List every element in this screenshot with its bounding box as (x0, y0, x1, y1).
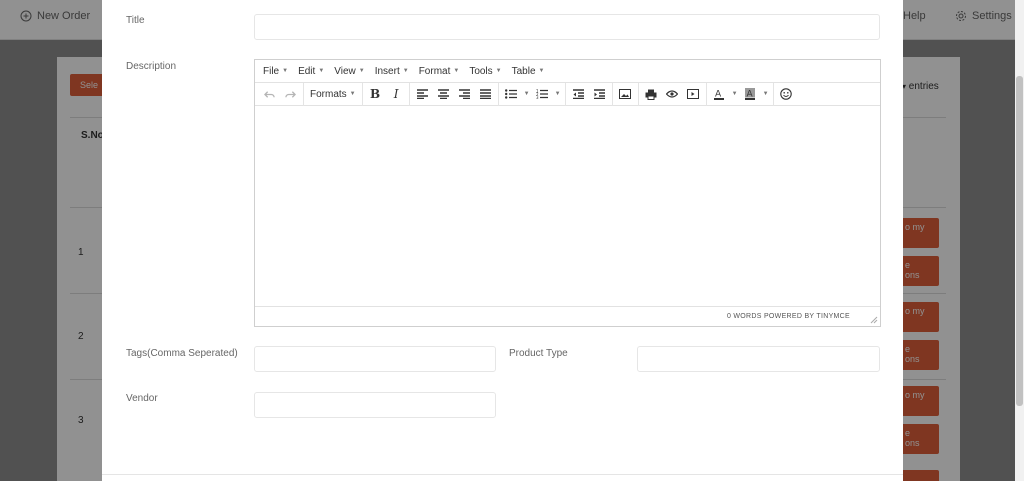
product-type-label: Product Type (509, 348, 568, 359)
menu-format[interactable]: Format ▼ (414, 66, 465, 77)
numbered-list-icon[interactable]: 123 (532, 84, 553, 104)
outdent-icon[interactable] (568, 84, 589, 104)
image-icon[interactable] (615, 84, 636, 104)
output-group (639, 82, 707, 106)
description-label: Description (126, 61, 177, 72)
chevron-down-icon: ▼ (453, 68, 460, 74)
menu-insert[interactable]: Insert ▼ (370, 66, 414, 77)
title-input[interactable] (254, 14, 880, 40)
chevron-down-icon: ▼ (358, 68, 365, 74)
menu-table[interactable]: Table ▼ (507, 66, 550, 77)
editor-statusbar: 0 WORDS POWERED BY TINYMCE (255, 306, 880, 326)
preview-icon[interactable] (662, 84, 683, 104)
editor-content-area[interactable] (255, 106, 880, 306)
chevron-down-icon[interactable]: ▼ (730, 84, 740, 104)
page-scrollbar[interactable] (1015, 0, 1024, 481)
chevron-down-icon: ▼ (495, 68, 502, 74)
indent-icon[interactable] (589, 84, 610, 104)
indent-group (566, 82, 613, 106)
align-left-icon[interactable] (412, 84, 433, 104)
menu-view[interactable]: View ▼ (329, 66, 369, 77)
menu-tools-label: Tools (469, 65, 493, 77)
menu-tools[interactable]: Tools ▼ (464, 66, 506, 77)
alignment-group (410, 82, 499, 106)
menu-file-label: File (263, 65, 280, 77)
menu-format-label: Format (418, 65, 451, 77)
image-group (613, 82, 639, 106)
menu-file[interactable]: File ▼ (258, 66, 293, 77)
align-center-icon[interactable] (433, 84, 454, 104)
text-color-icon[interactable]: A (709, 84, 730, 104)
redo-icon[interactable] (280, 84, 301, 104)
color-group: A ▼ A ▼ (707, 82, 774, 106)
resize-handle-icon[interactable] (870, 316, 878, 324)
modal-footer-divider (102, 474, 903, 475)
undo-icon[interactable] (259, 84, 280, 104)
menu-view-label: View (334, 65, 356, 77)
tags-input[interactable] (254, 346, 496, 372)
word-count-status: 0 WORDS POWERED BY TINYMCE (726, 313, 850, 320)
description-rich-text-editor: File ▼ Edit ▼ View ▼ Insert ▼ Format ▼ Tools ▼… (254, 59, 881, 327)
bullet-list-icon[interactable] (501, 84, 522, 104)
title-label: Title (126, 15, 145, 26)
editor-toolbar: Formats ▼ B I ▼ 123 ▼ A ▼ A ▼ (255, 82, 880, 106)
chevron-down-icon: ▼ (282, 68, 289, 74)
vendor-label: Vendor (126, 393, 158, 404)
formats-label: Formats (310, 88, 347, 100)
menu-edit-label: Edit (298, 65, 316, 77)
list-group: ▼ 123 ▼ (499, 82, 566, 106)
editor-menubar: File ▼ Edit ▼ View ▼ Insert ▼ Format ▼ Tools ▼… (255, 60, 880, 83)
menu-insert-label: Insert (374, 65, 400, 77)
chevron-down-icon[interactable]: ▼ (761, 84, 771, 104)
align-justify-icon[interactable] (475, 84, 496, 104)
emoticons-group (774, 83, 799, 106)
formats-group: Formats ▼ (304, 82, 363, 106)
background-color-icon[interactable]: A (740, 84, 761, 104)
chevron-down-icon: ▼ (349, 91, 356, 97)
chevron-down-icon: ▼ (318, 68, 325, 74)
product-type-input[interactable] (637, 346, 880, 372)
emoticons-icon[interactable] (776, 84, 797, 104)
vendor-input[interactable] (254, 392, 496, 418)
formats-dropdown[interactable]: Formats ▼ (306, 84, 360, 104)
chevron-down-icon: ▼ (538, 68, 545, 74)
menu-table-label: Table (511, 65, 536, 77)
chevron-down-icon[interactable]: ▼ (553, 84, 563, 104)
svg-text:3: 3 (536, 95, 539, 99)
scrollbar-thumb[interactable] (1016, 76, 1023, 406)
bold-icon[interactable]: B (365, 84, 386, 104)
media-icon[interactable] (683, 84, 704, 104)
chevron-down-icon[interactable]: ▼ (522, 84, 532, 104)
italic-icon[interactable]: I (386, 84, 407, 104)
chevron-down-icon: ▼ (402, 68, 409, 74)
menu-edit[interactable]: Edit ▼ (293, 66, 329, 77)
add-product-modal: Title Description File ▼ Edit ▼ View ▼ Inse… (102, 0, 903, 481)
print-icon[interactable] (641, 84, 662, 104)
history-group (257, 82, 304, 106)
align-right-icon[interactable] (454, 84, 475, 104)
text-style-group: B I (363, 82, 410, 106)
tags-label: Tags(Comma Seperated) (126, 348, 238, 359)
